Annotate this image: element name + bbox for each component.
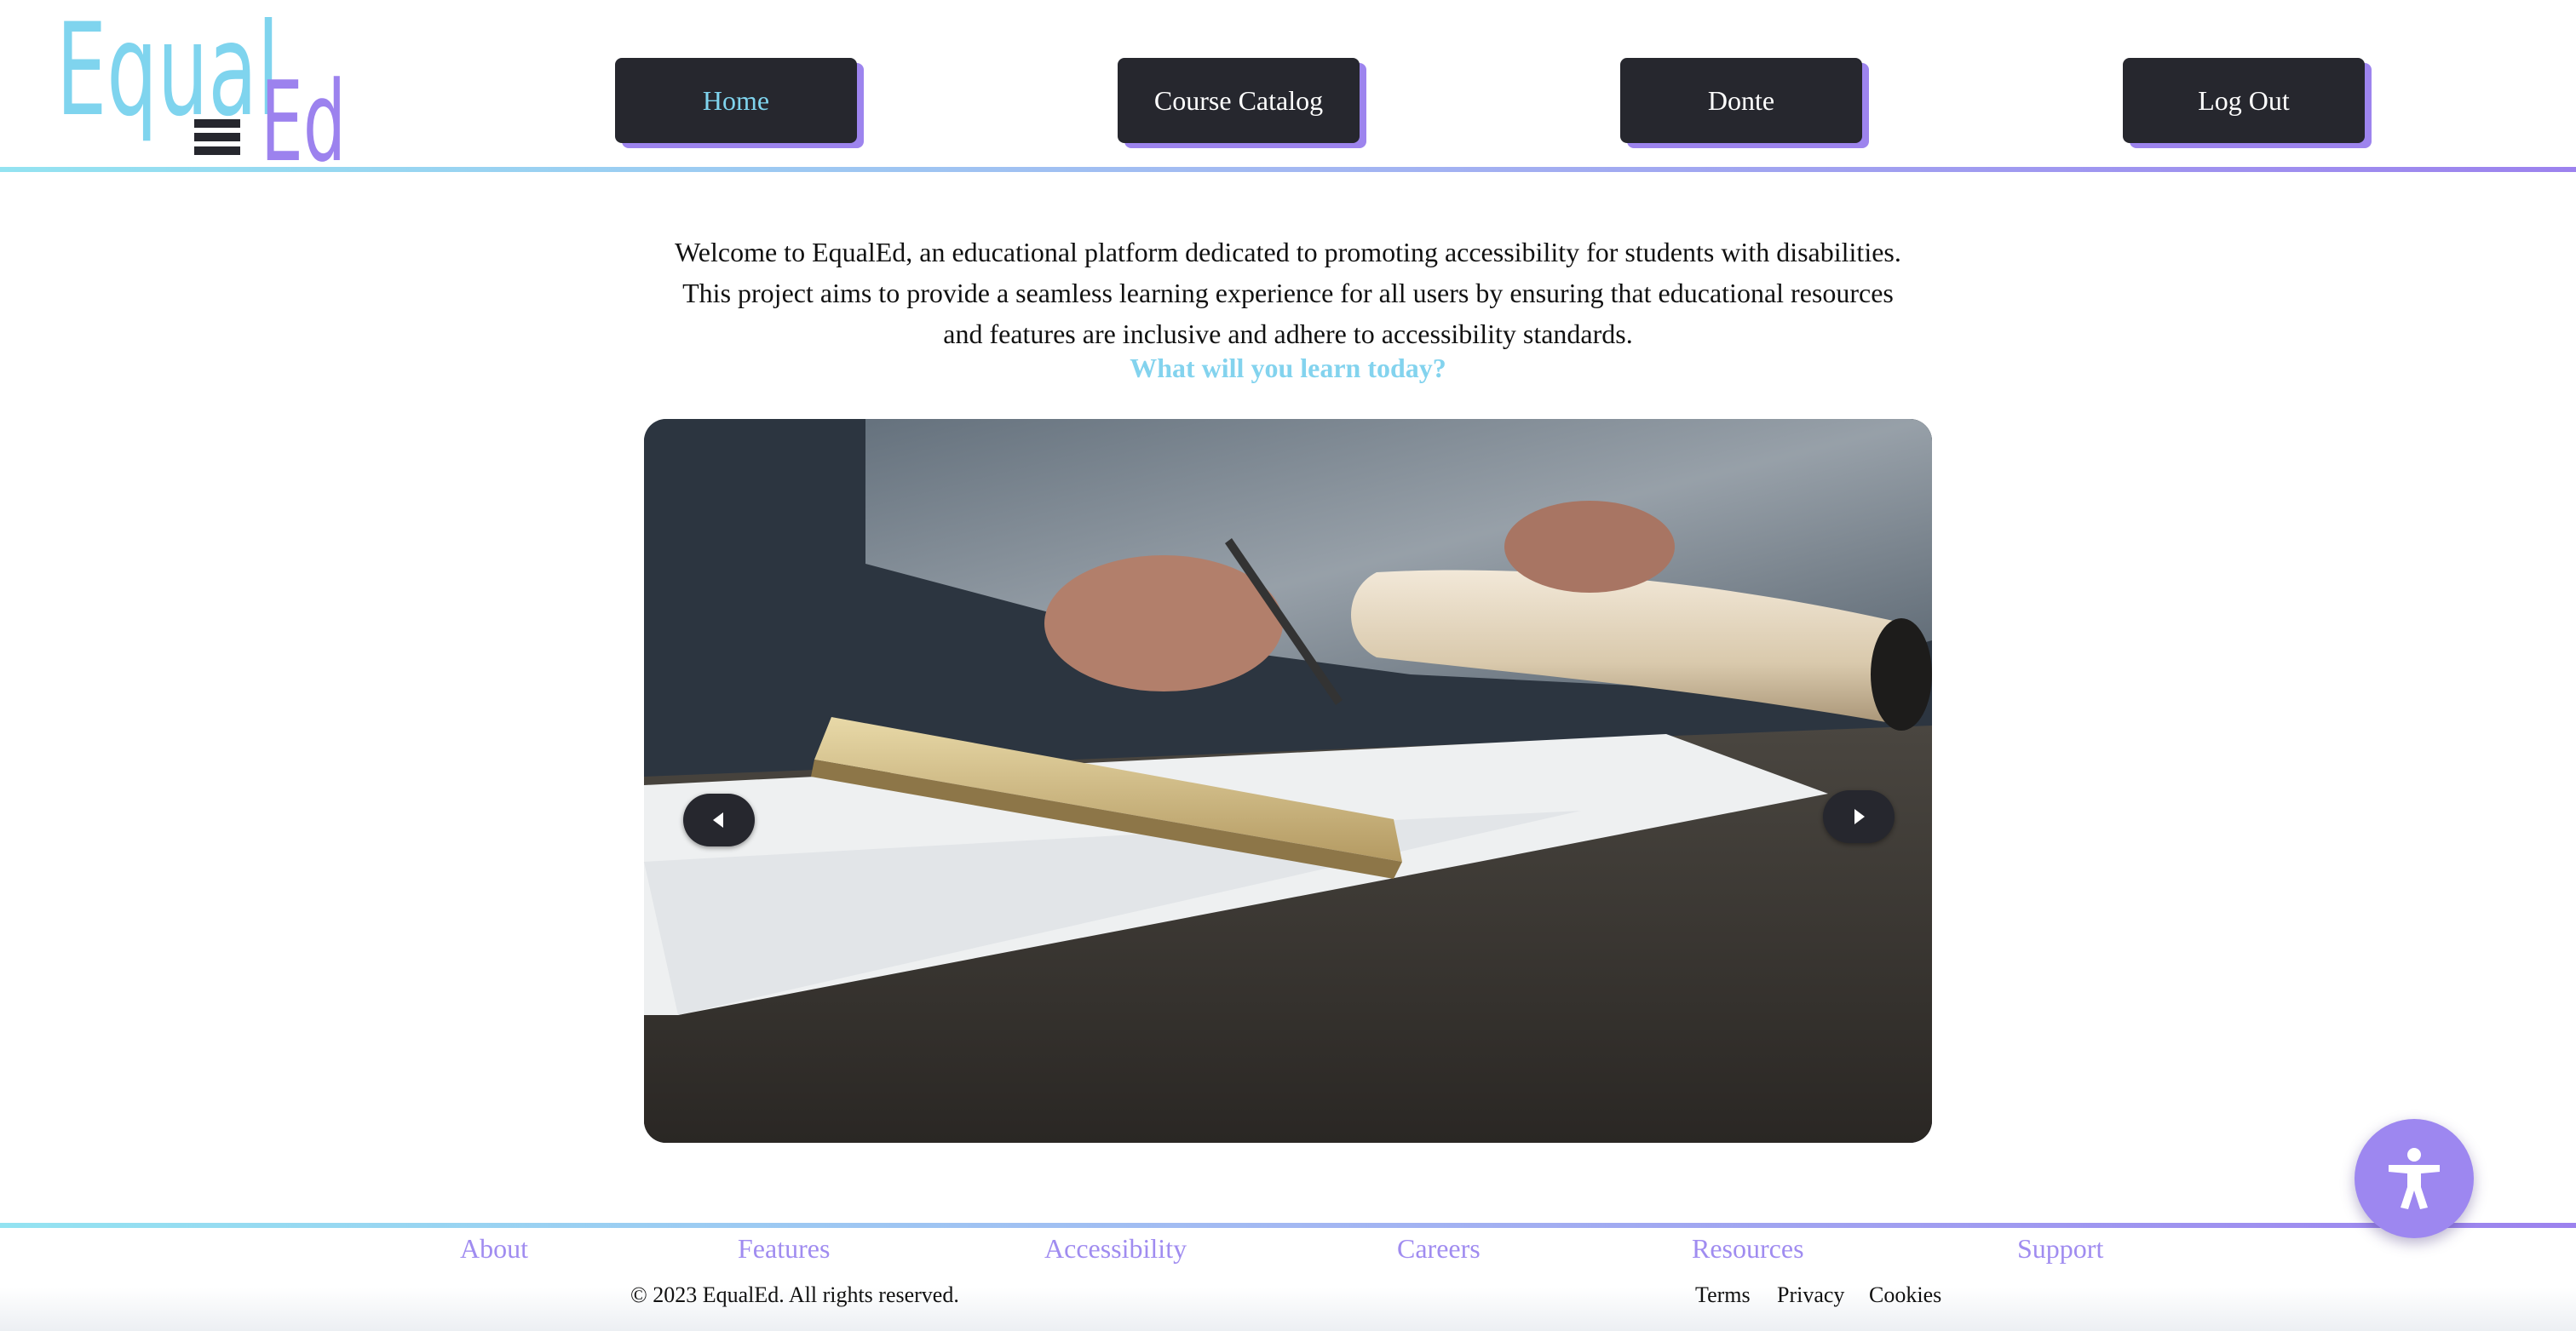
footer-link-accessibility[interactable]: Accessibility [1044, 1233, 1187, 1265]
footer-link-careers[interactable]: Careers [1397, 1233, 1481, 1265]
svg-text:Ed: Ed [261, 57, 346, 167]
tagline-text: What will you learn today? [1130, 353, 1446, 383]
site-header: Equal Ed Home Course Catalog Donte Log O… [0, 0, 2576, 186]
footer-privacy-link[interactable]: Privacy [1777, 1282, 1844, 1308]
intro-text: Welcome to EqualEd, an educational platf… [675, 237, 1901, 349]
equaled-logo[interactable]: Equal Ed [56, 0, 346, 186]
carousel-slide-image [644, 419, 1932, 1143]
carousel-next-button[interactable] [1823, 790, 1895, 843]
footer-cookies-link[interactable]: Cookies [1869, 1282, 1941, 1308]
triangle-left-icon [713, 812, 723, 828]
copyright-text: © 2023 EqualEd. All rights reserved. [630, 1282, 959, 1307]
nav-home-button[interactable]: Home [615, 58, 857, 143]
logo-graphic: Equal Ed [56, 0, 346, 186]
svg-text:Equal: Equal [56, 5, 279, 145]
footer-terms-link[interactable]: Terms [1695, 1282, 1751, 1308]
triangle-right-icon [1854, 809, 1865, 824]
footer-link-resources[interactable]: Resources [1692, 1233, 1804, 1265]
accessibility-person-icon [2389, 1148, 2440, 1209]
footer-link-features[interactable]: Features [738, 1233, 830, 1265]
footer-link-about[interactable]: About [460, 1233, 528, 1265]
accessibility-menu-button[interactable] [2355, 1119, 2474, 1238]
footer-link-support[interactable]: Support [2017, 1233, 2103, 1265]
header-divider [0, 167, 2576, 172]
image-carousel [644, 419, 1932, 1143]
footer-divider [0, 1223, 2576, 1228]
nav-donate-button[interactable]: Donte [1620, 58, 1862, 143]
carousel-prev-button[interactable] [683, 794, 755, 846]
nav-logout-button[interactable]: Log Out [2123, 58, 2365, 143]
nav-course-catalog-button[interactable]: Course Catalog [1118, 58, 1360, 143]
site-footer: About Features Accessibility Careers Res… [0, 1223, 2576, 1331]
